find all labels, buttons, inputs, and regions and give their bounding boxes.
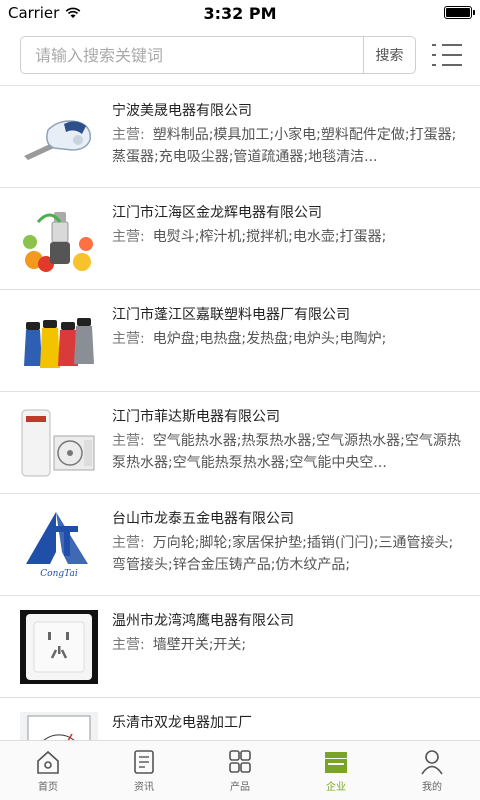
- menu-icon[interactable]: [432, 42, 462, 68]
- nav-companies[interactable]: 企业: [288, 741, 384, 800]
- main-products-text: 电熨斗;榨汁机;搅拌机;电水壶;打蛋器;: [152, 229, 387, 245]
- menu-dot: [432, 44, 436, 46]
- kettles-image: [20, 304, 98, 378]
- nav-companies-label: 企业: [326, 781, 346, 793]
- nav-mine[interactable]: 我的: [384, 741, 480, 800]
- search-box: 搜索: [20, 36, 416, 74]
- main-products-text: 空气能热水器;热泵热水器;空气源热水器;空气源热泵热水器;空气能热泵热水器;空气…: [112, 433, 461, 471]
- menu-dot: [432, 64, 436, 66]
- search-button[interactable]: 搜索: [363, 37, 415, 73]
- store-icon: [325, 751, 347, 773]
- longtai-logo: CongTai: [20, 508, 98, 582]
- main-label: 主营:: [112, 637, 145, 653]
- status-bar: Carrier 3:32 PM: [0, 0, 480, 26]
- user-icon: [421, 749, 443, 774]
- company-title: 乐清市双龙电器加工厂: [112, 715, 252, 731]
- menu-dot: [432, 54, 436, 56]
- heatpump-image: [20, 406, 98, 480]
- company-title: 宁波美晟电器有限公司: [112, 103, 252, 119]
- status-time: 3:32 PM: [203, 4, 277, 23]
- company-title: 温州市龙湾鸿鹰电器有限公司: [112, 613, 294, 629]
- list-item[interactable]: CongTai 台山市龙泰五金电器有限公司 主营: 万向轮;脚轮;家居保护垫;插销…: [0, 494, 480, 596]
- list-item[interactable]: 江门市蓬江区嘉联塑料电器厂有限公司 主营: 电炉盘;电热盘;发热盘;电炉头;电陶炉…: [0, 290, 480, 392]
- main-products-text: 电炉盘;电热盘;发热盘;电炉头;电陶炉;: [152, 331, 387, 347]
- company-title: 台山市龙泰五金电器有限公司: [112, 511, 294, 527]
- main-products-text: 墙壁开关;开关;: [152, 637, 247, 653]
- battery-fill: [446, 8, 470, 17]
- nav-news[interactable]: 资讯: [96, 741, 192, 800]
- list-item[interactable]: 江门市菲达斯电器有限公司 主营: 空气能热水器;热泵热水器;空气源热水器;空气源热…: [0, 392, 480, 494]
- company-title: 江门市江海区金龙辉电器有限公司: [112, 205, 322, 221]
- company-main-products: 主营: 万向轮;脚轮;家居保护垫;插销(门闩);三通管接头;弯管接头;锌合金压铸产…: [112, 532, 462, 576]
- nav-mine-label: 我的: [422, 781, 442, 793]
- nav-home-label: 首页: [38, 781, 58, 793]
- search-header: 搜索: [0, 26, 480, 86]
- list-item[interactable]: 温州市龙湾鸿鹰电器有限公司 主营: 墙壁开关;开关;: [0, 596, 480, 698]
- main-products-text: 塑料制品;模具加工;小家电;塑料配件定做;打蛋器;蒸蛋器;充电吸尘器;管道疏通器…: [112, 127, 457, 165]
- menu-line: [442, 44, 462, 46]
- nav-products[interactable]: 产品: [192, 741, 288, 800]
- vacuum-image: [20, 100, 98, 174]
- logo-text: CongTai: [40, 569, 78, 579]
- list-item[interactable]: 宁波美晟电器有限公司 主营: 塑料制品;模具加工;小家电;塑料配件定做;打蛋器;蒸…: [0, 86, 480, 188]
- nav-home[interactable]: 首页: [0, 741, 96, 800]
- company-main-products: 主营: 空气能热水器;热泵热水器;空气源热水器;空气源热泵热水器;空气能热泵热水器…: [112, 430, 462, 474]
- news-icon: [134, 749, 154, 774]
- socket-image: [20, 610, 98, 684]
- list-item[interactable]: 江门市江海区金龙辉电器有限公司 主营: 电熨斗;榨汁机;搅拌机;电水壶;打蛋器;: [0, 188, 480, 290]
- main-label: 主营:: [112, 229, 145, 245]
- main-label: 主营:: [112, 433, 145, 449]
- battery-icon: [444, 6, 475, 19]
- meter-image: [20, 712, 98, 740]
- company-list: 宁波美晟电器有限公司 主营: 塑料制品;模具加工;小家电;塑料配件定做;打蛋器;蒸…: [0, 86, 480, 740]
- main-label: 主营:: [112, 331, 145, 347]
- list-item[interactable]: 乐清市双龙电器加工厂: [0, 698, 480, 740]
- status-right: [444, 6, 475, 19]
- main-products-text: 万向轮;脚轮;家居保护垫;插销(门闩);三通管接头;弯管接头;锌合金压铸产品;仿…: [112, 535, 454, 573]
- main-label: 主营:: [112, 127, 145, 143]
- nav-products-label: 产品: [230, 781, 250, 793]
- menu-line: [442, 54, 462, 56]
- company-main-products: 主营: 墙壁开关;开关;: [112, 634, 462, 656]
- company-title: 江门市蓬江区嘉联塑料电器厂有限公司: [112, 307, 350, 323]
- company-main-products: 主营: 塑料制品;模具加工;小家电;塑料配件定做;打蛋器;蒸蛋器;充电吸尘器;管道…: [112, 124, 462, 168]
- company-main-products: 主营: 电炉盘;电热盘;发热盘;电炉头;电陶炉;: [112, 328, 462, 350]
- search-input[interactable]: [21, 37, 363, 73]
- company-main-products: 主营: 电熨斗;榨汁机;搅拌机;电水壶;打蛋器;: [112, 226, 462, 248]
- juicer-image: [20, 202, 98, 276]
- nav-news-label: 资讯: [134, 781, 154, 793]
- bottom-nav: 首页 资讯 产品 企业 我的: [0, 740, 480, 800]
- main-label: 主营:: [112, 535, 145, 551]
- grid-icon: [229, 749, 251, 773]
- menu-line: [442, 64, 462, 66]
- company-title: 江门市菲达斯电器有限公司: [112, 409, 280, 425]
- home-icon: [37, 750, 59, 774]
